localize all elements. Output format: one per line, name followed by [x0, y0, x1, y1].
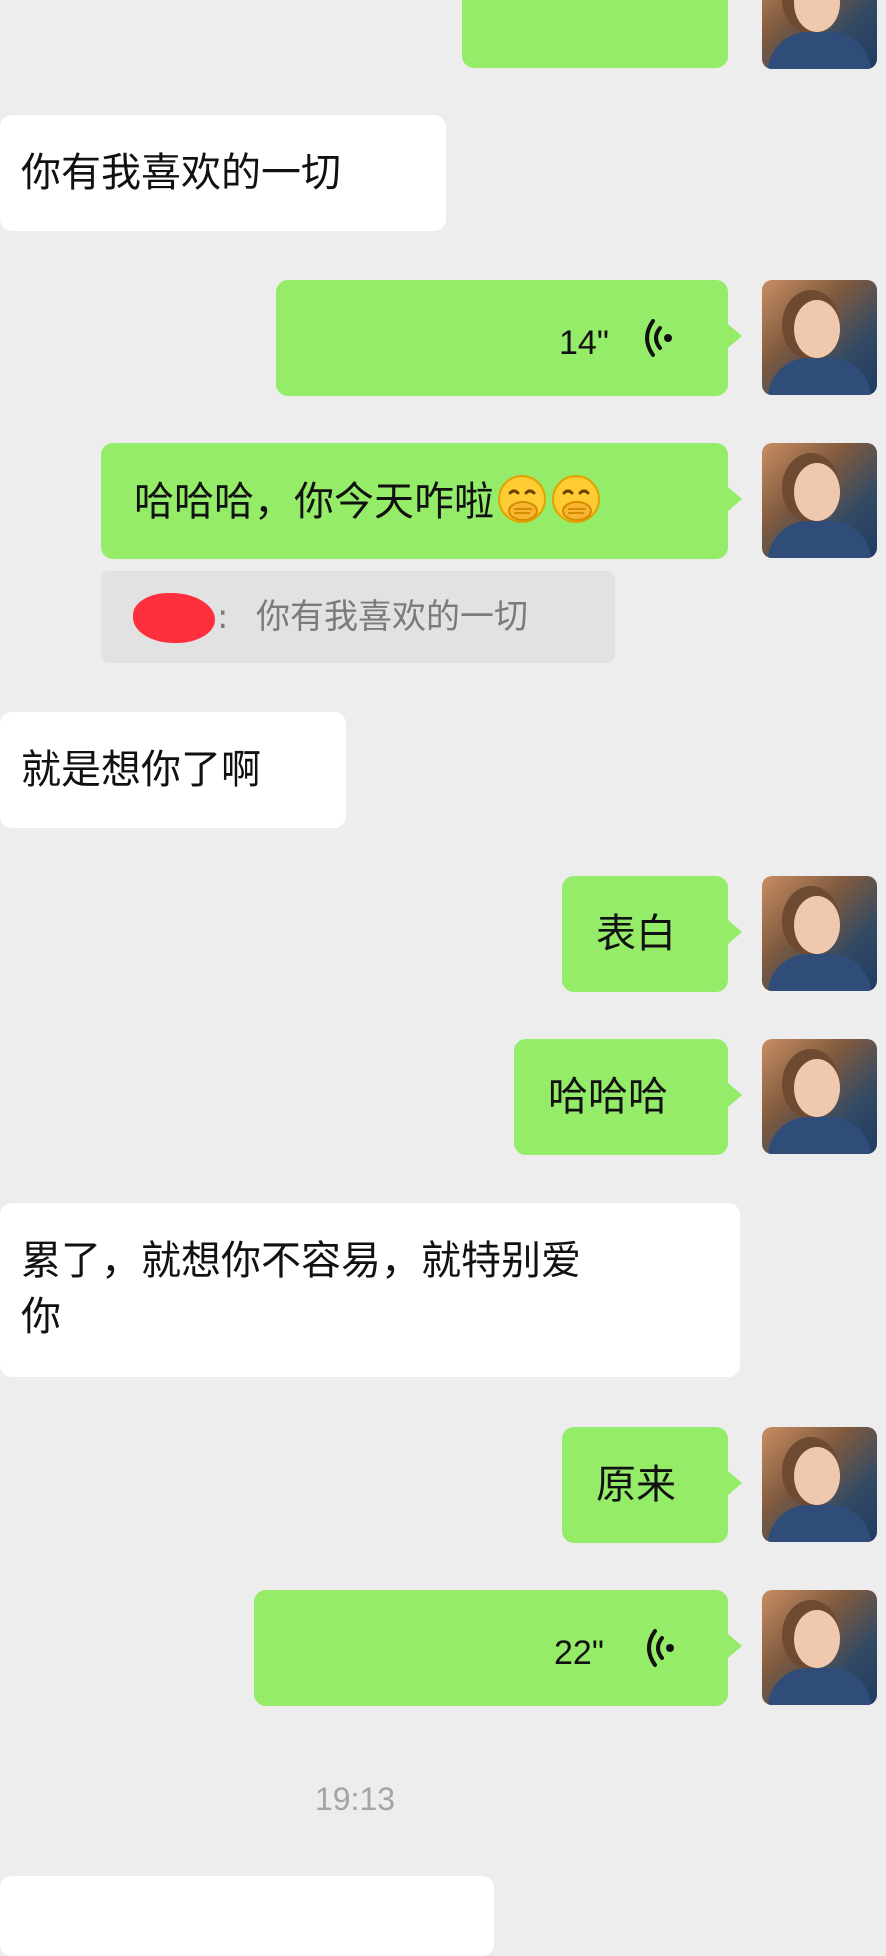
message-sent-5[interactable]: 原来 [0, 1427, 886, 1547]
voice-message-bubble[interactable]: 14" [276, 280, 728, 396]
voice-wave-icon [645, 319, 672, 357]
bubble-tail [728, 1634, 742, 1658]
avatar[interactable] [762, 0, 877, 69]
message-received-3[interactable]: 累了，就想你不容易，就特别爱 你 [0, 1203, 886, 1379]
quote-text: 你有我喜欢的一切 [256, 597, 528, 637]
hand-over-mouth-emoji [498, 475, 546, 523]
message-sent-3[interactable]: 表白 [0, 876, 886, 996]
voice-duration: 14" [559, 324, 609, 362]
avatar[interactable] [762, 1427, 877, 1542]
message-timestamp: 19:13 [314, 1781, 396, 1817]
avatar[interactable] [762, 280, 877, 395]
message-text: 哈哈哈，你今天咋啦 [134, 479, 494, 525]
message-bubble[interactable]: 累了，就想你不容易，就特别爱 你 [0, 1203, 740, 1377]
avatar[interactable] [762, 1590, 877, 1705]
message-sent-4[interactable]: 哈哈哈 [0, 1039, 886, 1159]
message-bubble[interactable]: 哈哈哈，你今天咋啦 [101, 443, 728, 559]
message-text-line: 你 [21, 1294, 61, 1340]
bubble-tail [728, 324, 742, 348]
message-received-1[interactable]: 你有我喜欢的一切 [0, 115, 886, 235]
message-bubble[interactable]: 就是想你了啊 [0, 712, 346, 828]
message-sent-2[interactable]: 哈哈哈，你今天咋啦 [0, 443, 886, 563]
message-bubble[interactable]: 哈哈哈 [514, 1039, 728, 1155]
avatar[interactable] [762, 1039, 877, 1154]
message-text: 你有我喜欢的一切 [21, 150, 341, 196]
bubble-tail [728, 487, 742, 511]
redacted-name [133, 593, 215, 643]
bubble-tail [728, 1471, 742, 1495]
message-sent-voice-1[interactable]: 14" [0, 280, 886, 400]
message-text-line: 累了，就想你不容易，就特别爱 [21, 1238, 581, 1284]
message-bubble[interactable]: 表白 [562, 876, 728, 992]
bubble-tail [728, 920, 742, 944]
message-text: 原来 [596, 1462, 676, 1508]
message-text: 哈哈哈 [548, 1074, 668, 1120]
message-bubble-partial-bottom[interactable] [0, 1876, 494, 1956]
bubble-tail [728, 1083, 742, 1107]
voice-duration: 22" [554, 1634, 604, 1672]
message-received-2[interactable]: 就是想你了啊 [0, 712, 886, 832]
hand-over-mouth-emoji [552, 475, 600, 523]
voice-wave-icon [647, 1629, 674, 1667]
quote-separator: : [217, 597, 229, 637]
message-text: 就是想你了啊 [21, 747, 261, 793]
avatar[interactable] [762, 876, 877, 991]
message-bubble-partial[interactable] [462, 0, 728, 68]
voice-message-bubble[interactable]: 22" [254, 1590, 728, 1706]
message-sent-voice-2[interactable]: 22" [0, 1590, 886, 1710]
message-bubble[interactable]: 原来 [562, 1427, 728, 1543]
message-bubble[interactable]: 你有我喜欢的一切 [0, 115, 446, 231]
message-partial-top[interactable] [0, 0, 886, 70]
message-text: 表白 [596, 911, 676, 957]
quoted-message[interactable]: : 你有我喜欢的一切 [101, 571, 615, 663]
avatar[interactable] [762, 443, 877, 558]
